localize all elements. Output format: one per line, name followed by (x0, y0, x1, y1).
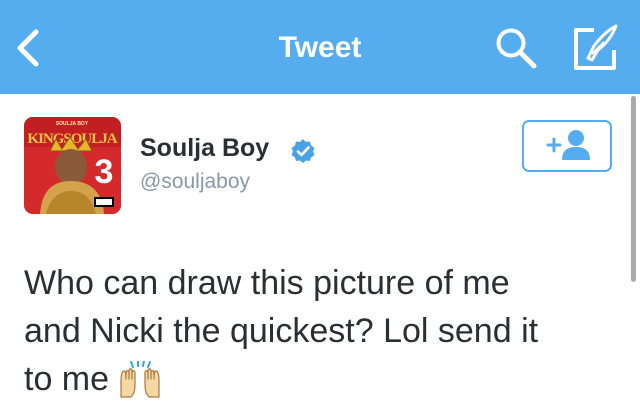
avatar[interactable]: SOULJA BOY KINGSOULJA 3 (24, 117, 121, 214)
page-title: Tweet (278, 31, 362, 64)
scrollbar[interactable] (631, 96, 636, 282)
tweet-line: and Nicki the quickest? Lol send it (24, 312, 539, 350)
verified-badge-icon (291, 139, 315, 163)
svg-text:3: 3 (95, 153, 114, 191)
follow-button[interactable] (522, 120, 612, 172)
author-display-name[interactable]: Soulja Boy (140, 134, 269, 163)
album-cover-image: SOULJA BOY KINGSOULJA 3 (24, 117, 121, 214)
author-handle[interactable]: @souljaboy (140, 170, 250, 194)
compose-tweet-icon[interactable] (570, 24, 620, 72)
tweet-line-text: to me (24, 360, 110, 398)
tweet-text: Who can draw this picture of me and Nick… (24, 259, 620, 403)
navigation-bar: Tweet (0, 0, 640, 94)
tweet-line: Who can draw this picture of me (24, 264, 510, 302)
search-icon[interactable] (494, 26, 538, 70)
tweet-line: to me (24, 355, 620, 403)
svg-text:SOULJA BOY: SOULJA BOY (56, 121, 89, 127)
follow-user-icon (546, 130, 590, 160)
back-chevron-icon[interactable] (10, 28, 50, 68)
raising-hands-emoji-icon (120, 361, 160, 398)
